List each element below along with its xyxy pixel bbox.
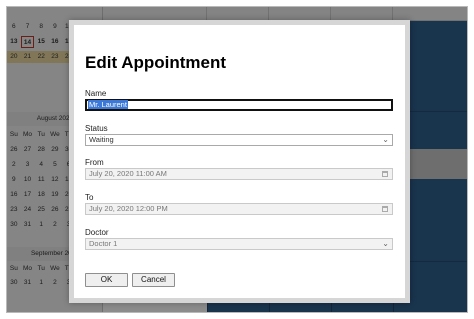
chevron-down-icon: ⌄ — [382, 135, 389, 144]
calendar-icon — [382, 206, 388, 212]
status-value: Waiting — [89, 135, 114, 144]
doctor-select: Doctor 1 ⌄ — [85, 238, 393, 250]
ok-button[interactable]: OK — [85, 273, 128, 287]
cancel-button[interactable]: Cancel — [132, 273, 175, 287]
name-label: Name — [85, 89, 107, 98]
app-window: 67891011121314151617181920212223242526 A… — [6, 6, 468, 313]
to-label: To — [85, 193, 94, 202]
from-label: From — [85, 158, 104, 167]
status-label: Status — [85, 124, 108, 133]
name-input[interactable]: Mr. Laurent — [85, 99, 393, 111]
edit-appointment-dialog: Edit Appointment Name Mr. Laurent Status… — [69, 20, 410, 303]
status-select[interactable]: Waiting ⌄ — [85, 134, 393, 146]
dialog-title: Edit Appointment — [85, 53, 227, 72]
doctor-value: Doctor 1 — [89, 239, 118, 248]
to-value: July 20, 2020 12:00 PM — [89, 204, 168, 213]
to-datetime-field: July 20, 2020 12:00 PM — [85, 203, 393, 215]
calendar-icon — [382, 171, 388, 177]
from-datetime-field: July 20, 2020 11:00 AM — [85, 168, 393, 180]
name-value: Mr. Laurent — [88, 100, 128, 109]
doctor-label: Doctor — [85, 228, 109, 237]
from-value: July 20, 2020 11:00 AM — [89, 169, 167, 178]
chevron-down-icon: ⌄ — [382, 239, 389, 248]
